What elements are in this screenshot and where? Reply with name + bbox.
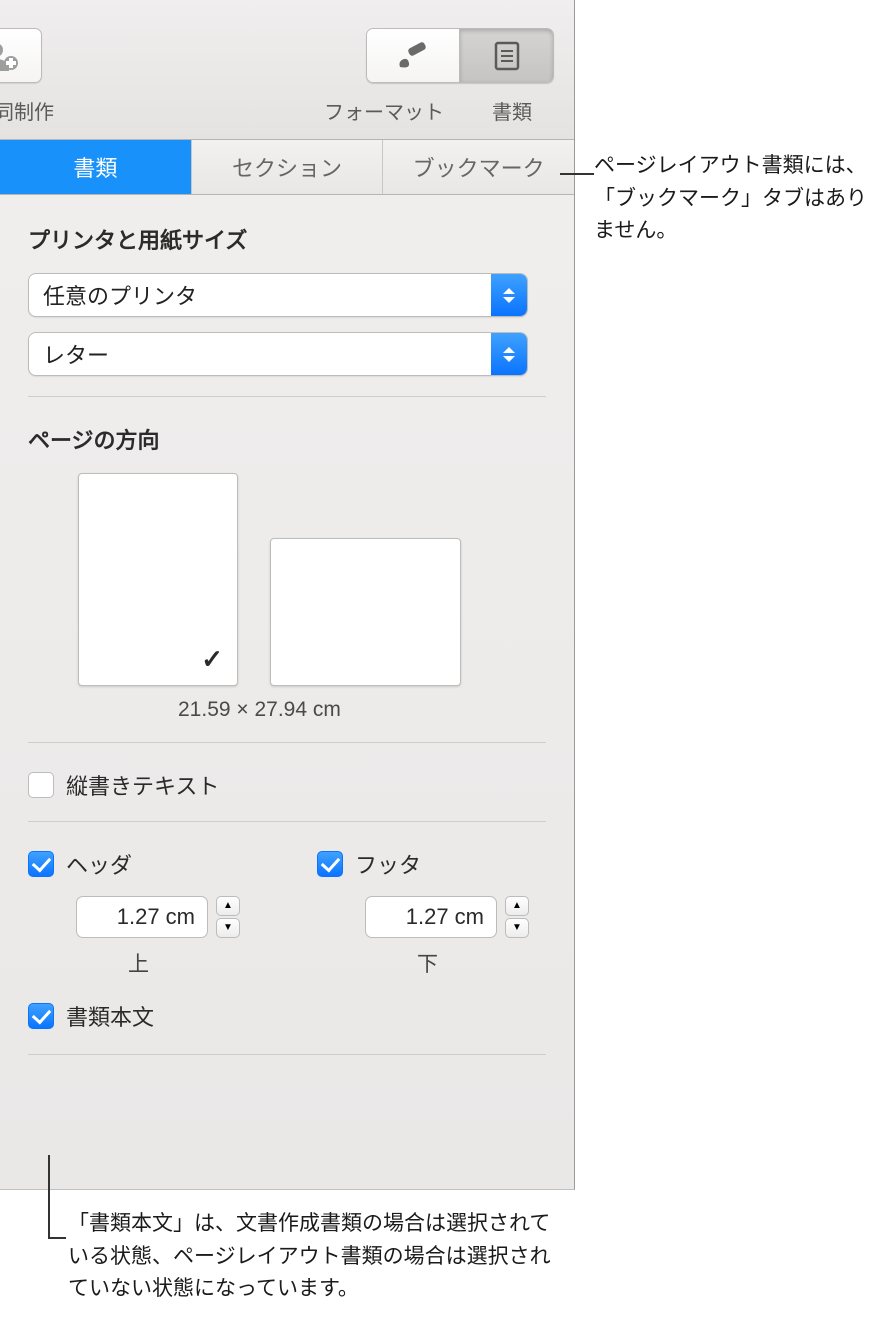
footer-stepper: ▲ ▼ [365,896,546,938]
callout-body-note: 「書類本文」は、文書作成書類の場合は選択されている状態、ページレイアウト書類の場… [68,1208,568,1306]
orientation-landscape-button[interactable] [270,538,461,686]
printer-section-title: プリンタと用紙サイズ [28,223,546,255]
vertical-text-label: 縦書きテキスト [66,769,219,801]
inspector-mode-segment [366,28,554,83]
brush-icon [396,41,430,71]
header-footer-grid: ヘッダ ▲ ▼ 上 フッタ [28,848,546,978]
footer-value-input[interactable] [365,896,497,938]
footer-step-up[interactable]: ▲ [505,896,529,916]
document-body-checkbox[interactable] [28,1003,54,1029]
printer-value: 任意のプリンタ [29,279,197,311]
document-icon [494,41,520,71]
footer-column: フッタ ▲ ▼ 下 [317,848,546,978]
format-label: フォーマット [324,96,444,125]
popup-arrows-icon [491,274,527,316]
printer-popup[interactable]: 任意のプリンタ [28,273,528,317]
header-column: ヘッダ ▲ ▼ 上 [28,848,257,978]
document-body-label: 書類本文 [66,1000,154,1032]
divider [28,396,546,397]
callout-leader-line [560,173,594,175]
divider [28,1054,546,1055]
callout-leader-line [48,1237,66,1239]
document-toolbar-label: 書類 [492,96,532,125]
header-label: ヘッダ [66,848,132,880]
footer-label: フッタ [355,848,421,880]
page-dimensions: 21.59 × 27.94 cm [178,698,546,722]
inspector-tabs: 書類 セクション ブックマーク [0,140,574,195]
collaborate-button[interactable] [0,28,42,83]
tab-document[interactable]: 書類 [0,140,192,194]
header-sublabel: 上 [128,948,257,978]
document-inspector-button[interactable] [460,28,554,83]
format-inspector-button[interactable] [366,28,460,83]
header-step-up[interactable]: ▲ [216,896,240,916]
divider [28,821,546,822]
vertical-text-checkbox[interactable] [28,772,54,798]
paper-size-popup[interactable]: レター [28,332,528,376]
footer-sublabel: 下 [417,948,546,978]
check-icon: ✓ [201,644,223,675]
paper-value: レター [29,338,109,370]
toolbar: 同制作 フォーマット 書類 [0,0,574,140]
orientation-portrait-button[interactable]: ✓ [78,473,238,686]
header-value-input[interactable] [76,896,208,938]
callout-bookmark-note: ページレイアウト書類には、「ブックマーク」タブはありません。 [594,150,874,248]
tab-bookmark[interactable]: ブックマーク [383,140,574,194]
collaborate-label: 同制作 [0,96,54,125]
footer-checkbox[interactable] [317,851,343,877]
vertical-text-row: 縦書きテキスト [28,769,546,801]
callout-leader-line [48,1155,50,1237]
popup-arrows-icon [491,333,527,375]
divider [28,742,546,743]
tab-section[interactable]: セクション [192,140,384,194]
header-stepper: ▲ ▼ [76,896,257,938]
document-settings-panel: プリンタと用紙サイズ 任意のプリンタ レター ページの方向 ✓ 21.59 × … [0,195,574,1190]
person-add-icon [0,41,21,71]
inspector-panel: 同制作 フォーマット 書類 書類 セクション ブックマーク [0,0,575,1190]
header-step-down[interactable]: ▼ [216,918,240,938]
orientation-section-title: ページの方向 [28,423,546,455]
document-body-row: 書類本文 [28,1000,546,1032]
header-checkbox[interactable] [28,851,54,877]
orientation-row: ✓ [28,473,546,686]
footer-step-down[interactable]: ▼ [505,918,529,938]
